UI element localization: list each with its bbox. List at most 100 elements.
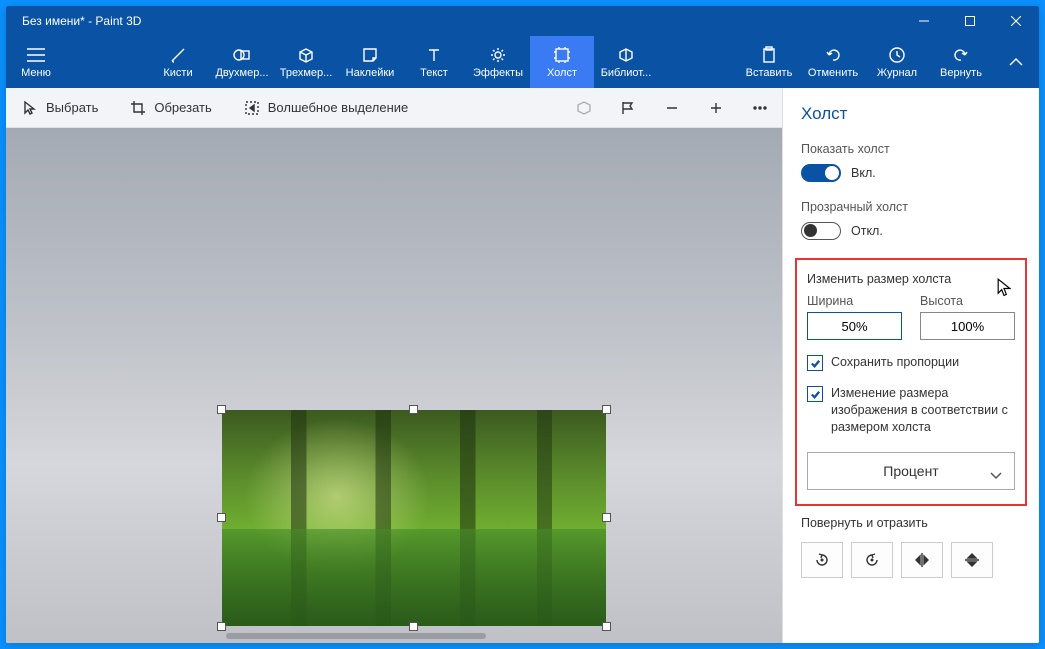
canvas-selection[interactable] xyxy=(222,410,606,626)
redo-button[interactable]: Вернуть xyxy=(929,36,993,88)
expand-ribbon-button[interactable] xyxy=(993,36,1039,88)
2d-shapes-tab[interactable]: Двухмер... xyxy=(210,36,274,88)
magic-select-label: Волшебное выделение xyxy=(268,100,409,115)
select-label: Выбрать xyxy=(46,100,98,115)
resize-handle-w[interactable] xyxy=(217,513,226,522)
redo-label: Вернуть xyxy=(940,67,982,79)
effects-tab[interactable]: Эффекты xyxy=(466,36,530,88)
rotate-cw-button[interactable] xyxy=(851,542,893,578)
width-label: Ширина xyxy=(807,294,902,308)
menu-label: Меню xyxy=(21,67,51,79)
minimize-button[interactable] xyxy=(901,6,947,36)
canvas-icon xyxy=(552,45,572,65)
hamburger-icon xyxy=(26,45,46,65)
lock-aspect-label: Сохранить пропорции xyxy=(831,354,959,371)
crop-icon xyxy=(130,100,146,116)
transparent-canvas-toggle[interactable] xyxy=(801,222,841,240)
brush-icon xyxy=(168,45,188,65)
canvas-label: Холст xyxy=(547,67,577,79)
canvas-viewport[interactable] xyxy=(6,128,782,643)
unit-value: Процент xyxy=(883,463,938,479)
brushes-tab[interactable]: Кисти xyxy=(146,36,210,88)
library-label: Библиот... xyxy=(601,67,652,79)
resize-handle-e[interactable] xyxy=(602,513,611,522)
more-button[interactable] xyxy=(748,96,772,120)
resize-handle-se[interactable] xyxy=(602,622,611,631)
toggle-on-label: Вкл. xyxy=(851,166,876,180)
effects-icon xyxy=(488,45,508,65)
view-3d-button[interactable] xyxy=(572,96,596,120)
show-canvas-label: Показать холст xyxy=(801,142,1021,156)
resize-handle-ne[interactable] xyxy=(602,405,611,414)
cursor-icon xyxy=(997,278,1011,296)
unit-dropdown[interactable]: Процент xyxy=(807,452,1015,490)
library-tab[interactable]: Библиот... xyxy=(594,36,658,88)
flip-vertical-icon xyxy=(963,551,981,569)
canvas-tab[interactable]: Холст xyxy=(530,36,594,88)
text-icon xyxy=(424,45,444,65)
flip-horizontal-icon xyxy=(913,551,931,569)
menu-button[interactable]: Меню xyxy=(6,36,66,88)
height-input[interactable] xyxy=(920,312,1015,340)
redo-icon xyxy=(951,45,971,65)
3d-shapes-tab[interactable]: Трехмер... xyxy=(274,36,338,88)
shapes-3d-icon xyxy=(296,45,316,65)
crop-label: Обрезать xyxy=(154,100,211,115)
ribbon: Меню Кисти Двухмер... Трехмер... Наклейк… xyxy=(6,36,1039,88)
width-input[interactable] xyxy=(807,312,902,340)
paste-label: Вставить xyxy=(746,67,793,79)
close-button[interactable] xyxy=(993,6,1039,36)
zoom-in-button[interactable] xyxy=(704,96,728,120)
undo-button[interactable]: Отменить xyxy=(801,36,865,88)
show-canvas-toggle[interactable] xyxy=(801,164,841,182)
resize-image-label: Изменение размера изображения в соответс… xyxy=(831,385,1015,436)
horizontal-scrollbar[interactable] xyxy=(226,633,486,639)
title-bar: Без имени* - Paint 3D xyxy=(6,6,1039,36)
sticker-icon xyxy=(360,45,380,65)
flip-vertical-button[interactable] xyxy=(951,542,993,578)
history-button[interactable]: Журнал xyxy=(865,36,929,88)
work-area: Выбрать Обрезать Волшебное выделение xyxy=(6,88,783,643)
resize-handle-nw[interactable] xyxy=(217,405,226,414)
undo-label: Отменить xyxy=(808,67,858,79)
stickers-tab[interactable]: Наклейки xyxy=(338,36,402,88)
text-label: Текст xyxy=(420,67,448,79)
toggle-off-label: Откл. xyxy=(851,224,883,238)
resize-handle-n[interactable] xyxy=(409,405,418,414)
resize-canvas-label: Изменить размер холста xyxy=(807,272,1015,286)
side-panel: Холст Показать холст Вкл. Прозрачный хол… xyxy=(783,88,1039,643)
2d-label: Двухмер... xyxy=(215,67,268,79)
window-title: Без имени* - Paint 3D xyxy=(6,14,141,28)
lock-aspect-checkbox[interactable] xyxy=(807,355,823,371)
transparent-canvas-label: Прозрачный холст xyxy=(801,200,1021,214)
panel-title: Холст xyxy=(801,104,1021,124)
3d-label: Трехмер... xyxy=(280,67,333,79)
select-tool[interactable]: Выбрать xyxy=(16,96,104,120)
rotate-cw-icon xyxy=(863,551,881,569)
shapes-2d-icon xyxy=(232,45,252,65)
magic-select-icon xyxy=(244,100,260,116)
chevron-down-icon xyxy=(990,467,1002,483)
cursor-icon xyxy=(22,100,38,116)
resize-handle-sw[interactable] xyxy=(217,622,226,631)
history-icon xyxy=(887,45,907,65)
resize-section-highlight: Изменить размер холста Ширина Высота Сох… xyxy=(795,258,1027,506)
history-label: Журнал xyxy=(877,67,917,79)
magic-select-tool[interactable]: Волшебное выделение xyxy=(238,96,415,120)
crop-tool[interactable]: Обрезать xyxy=(124,96,217,120)
paste-icon xyxy=(759,45,779,65)
app-window: Без имени* - Paint 3D Меню Кисти Двухмер… xyxy=(6,6,1039,643)
flip-horizontal-button[interactable] xyxy=(901,542,943,578)
maximize-button[interactable] xyxy=(947,6,993,36)
zoom-out-button[interactable] xyxy=(660,96,684,120)
text-tab[interactable]: Текст xyxy=(402,36,466,88)
resize-handle-s[interactable] xyxy=(409,622,418,631)
rotate-flip-label: Повернуть и отразить xyxy=(801,516,1021,530)
paste-button[interactable]: Вставить xyxy=(737,36,801,88)
rotate-ccw-icon xyxy=(813,551,831,569)
stickers-label: Наклейки xyxy=(346,67,395,79)
resize-image-checkbox[interactable] xyxy=(807,386,823,402)
rotate-ccw-button[interactable] xyxy=(801,542,843,578)
view-flag-button[interactable] xyxy=(616,96,640,120)
context-toolbar: Выбрать Обрезать Волшебное выделение xyxy=(6,88,782,128)
